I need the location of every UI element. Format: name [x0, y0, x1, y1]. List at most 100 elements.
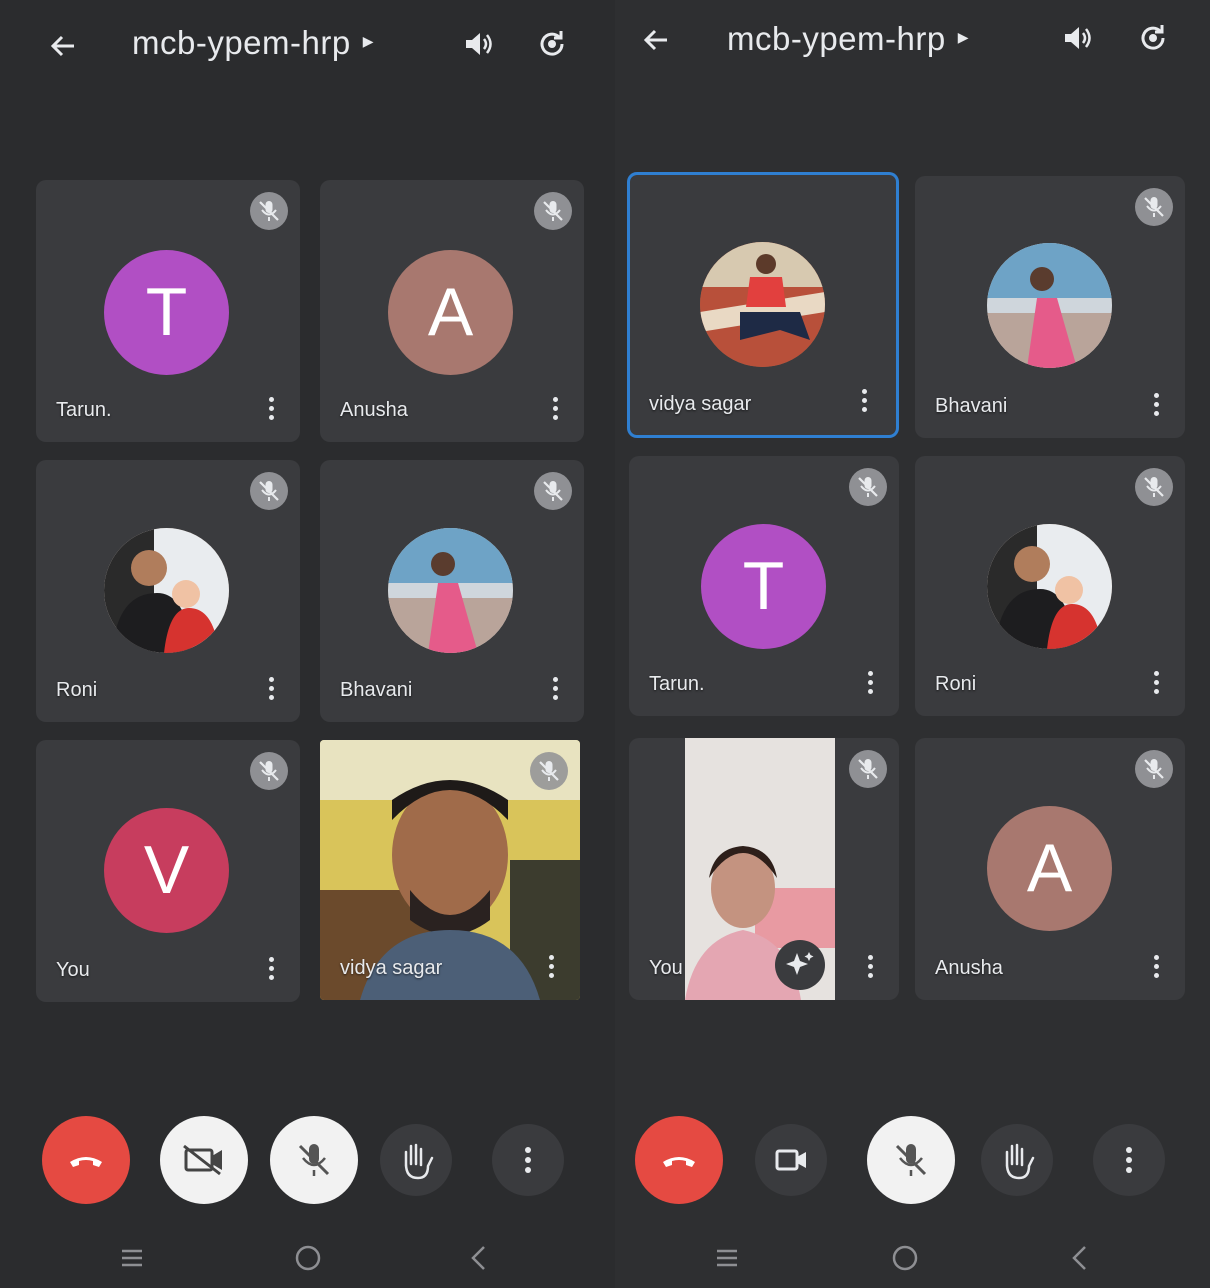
- participant-tile[interactable]: T Tarun.: [36, 180, 300, 442]
- top-app-bar: mcb-ypem-hrp ▶: [0, 0, 615, 92]
- more-options-icon[interactable]: [857, 386, 871, 416]
- avatar-photo: [388, 528, 513, 653]
- participant-tile[interactable]: Roni: [36, 460, 300, 722]
- mic-off-icon: [849, 468, 887, 506]
- caret-right-icon: ▶: [362, 32, 374, 49]
- right-phone-screen: mcb-ypem-hrp ▶ vidya sagar Bhavani T Tar…: [615, 0, 1210, 1288]
- mic-off-icon: [298, 1144, 330, 1176]
- profile-photo: [700, 242, 825, 367]
- participant-tile[interactable]: Bhavani: [320, 460, 584, 722]
- participant-name: vidya sagar: [649, 393, 752, 415]
- participant-tile[interactable]: A Anusha: [320, 180, 584, 442]
- back-nav-icon[interactable]: [1059, 1236, 1103, 1280]
- avatar: A: [987, 806, 1112, 931]
- more-options-icon[interactable]: [548, 674, 562, 704]
- profile-photo: [987, 524, 1112, 649]
- participant-tile-active-speaker[interactable]: vidya sagar: [627, 172, 899, 438]
- participant-name: Bhavani: [340, 679, 413, 701]
- meeting-code: mcb-ypem-hrp: [727, 20, 946, 57]
- mic-off-icon: [250, 472, 288, 510]
- speaker-icon[interactable]: [1057, 18, 1097, 58]
- more-options-icon[interactable]: [544, 952, 558, 982]
- sparkle-icon: [786, 952, 814, 975]
- profile-photo: [987, 243, 1112, 368]
- participant-name: vidya sagar: [340, 957, 443, 979]
- participant-name: Anusha: [935, 957, 1003, 979]
- back-arrow-icon[interactable]: [637, 20, 677, 60]
- recent-apps-icon[interactable]: [110, 1236, 154, 1280]
- phone-hangup-icon: [663, 1157, 695, 1167]
- mic-off-icon: [530, 752, 568, 790]
- left-phone-screen: mcb-ypem-hrp ▶ T Tarun. A Anusha Roni Bh…: [0, 0, 615, 1288]
- avatar-photo: [104, 528, 229, 653]
- effects-button[interactable]: [775, 940, 825, 990]
- participant-tile[interactable]: Bhavani: [915, 176, 1185, 438]
- participant-tile-self-video[interactable]: You: [629, 738, 899, 1000]
- participant-tile-self[interactable]: V You: [36, 740, 300, 1002]
- camera-off-icon: [183, 1144, 222, 1176]
- meeting-code: mcb-ypem-hrp: [132, 24, 351, 61]
- more-options-icon[interactable]: [1149, 668, 1163, 698]
- system-nav-bar: [0, 1236, 615, 1280]
- more-vert-icon: [1126, 1147, 1132, 1173]
- participant-name: Anusha: [340, 399, 408, 421]
- more-options-button[interactable]: [492, 1124, 564, 1196]
- end-call-button[interactable]: [42, 1116, 130, 1204]
- recent-apps-icon[interactable]: [705, 1236, 749, 1280]
- more-options-button[interactable]: [1093, 1124, 1165, 1196]
- switch-camera-icon[interactable]: [1133, 18, 1173, 58]
- home-icon[interactable]: [883, 1236, 927, 1280]
- mic-off-button[interactable]: [270, 1116, 358, 1204]
- participant-tile[interactable]: Roni: [915, 456, 1185, 716]
- participant-tile[interactable]: A Anusha: [915, 738, 1185, 1000]
- speaker-icon[interactable]: [458, 24, 498, 64]
- meeting-title[interactable]: mcb-ypem-hrp ▶: [132, 24, 374, 62]
- participant-name: Tarun.: [56, 399, 112, 421]
- camera-icon: [775, 1149, 806, 1171]
- mic-off-button[interactable]: [867, 1116, 955, 1204]
- participant-tile-video[interactable]: vidya sagar: [320, 740, 580, 1000]
- profile-photo: [388, 528, 513, 653]
- avatar: A: [388, 250, 513, 375]
- more-options-icon[interactable]: [863, 668, 877, 698]
- participant-name: Roni: [935, 673, 977, 695]
- avatar-photo: [700, 242, 825, 367]
- mic-off-icon: [1135, 468, 1173, 506]
- raise-hand-icon: [404, 1143, 434, 1180]
- mic-off-icon: [534, 472, 572, 510]
- end-call-button[interactable]: [635, 1116, 723, 1204]
- raise-hand-icon: [1005, 1143, 1035, 1180]
- back-nav-icon[interactable]: [458, 1236, 502, 1280]
- participant-tile[interactable]: T Tarun.: [629, 456, 899, 716]
- raise-hand-button[interactable]: [380, 1124, 452, 1196]
- more-options-icon[interactable]: [1149, 952, 1163, 982]
- more-options-icon[interactable]: [1149, 390, 1163, 420]
- home-icon[interactable]: [286, 1236, 330, 1280]
- camera-off-button[interactable]: [160, 1116, 248, 1204]
- raise-hand-button[interactable]: [981, 1124, 1053, 1196]
- switch-camera-icon[interactable]: [532, 24, 572, 64]
- mic-off-icon: [895, 1144, 927, 1176]
- participant-name: Tarun.: [649, 673, 705, 695]
- camera-button[interactable]: [755, 1124, 827, 1196]
- avatar: V: [104, 808, 229, 933]
- avatar: T: [701, 524, 826, 649]
- more-options-icon[interactable]: [264, 954, 278, 984]
- avatar: T: [104, 250, 229, 375]
- top-app-bar: mcb-ypem-hrp ▶: [615, 0, 1210, 92]
- more-options-icon[interactable]: [264, 674, 278, 704]
- mic-off-icon: [250, 192, 288, 230]
- more-options-icon[interactable]: [264, 394, 278, 424]
- back-arrow-icon[interactable]: [44, 26, 84, 66]
- participant-name: You: [649, 957, 683, 979]
- mic-off-icon: [849, 750, 887, 788]
- mic-off-icon: [1135, 750, 1173, 788]
- more-options-icon[interactable]: [863, 952, 877, 982]
- avatar-photo: [987, 524, 1112, 649]
- avatar-photo: [987, 243, 1112, 368]
- meeting-title[interactable]: mcb-ypem-hrp ▶: [727, 20, 969, 58]
- more-vert-icon: [525, 1147, 531, 1173]
- participant-name: Roni: [56, 679, 98, 701]
- profile-photo: [104, 528, 229, 653]
- more-options-icon[interactable]: [548, 394, 562, 424]
